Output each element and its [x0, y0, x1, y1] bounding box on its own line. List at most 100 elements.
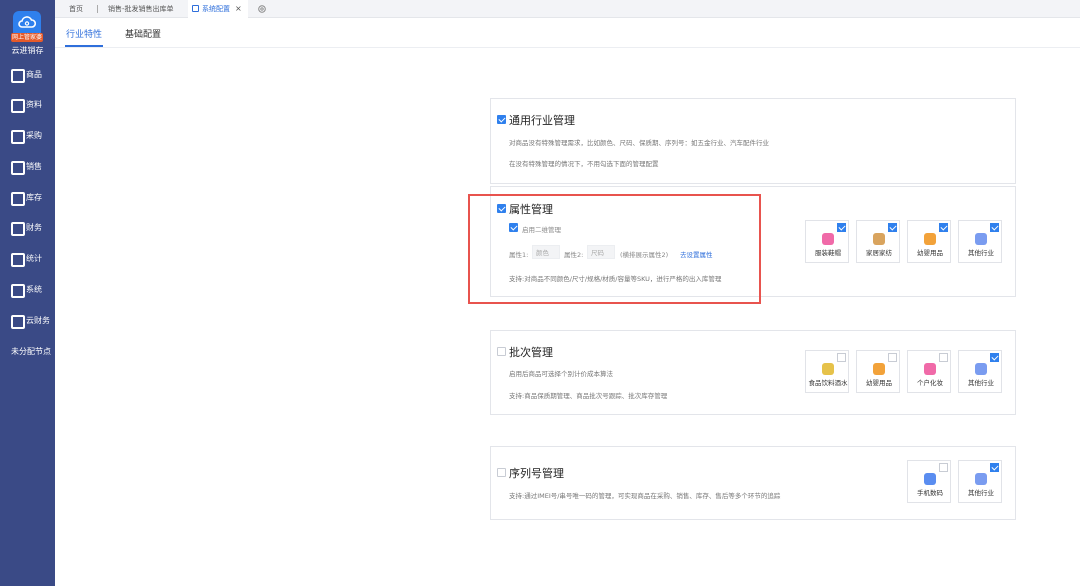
- card-serial-management: 序列号管理 支持:通过IMEI号/串号唯一码的管理，可实现商品在采购、销售、库存…: [490, 446, 1016, 520]
- warehouse-icon: [10, 191, 25, 206]
- tile-checkbox[interactable]: [990, 353, 999, 362]
- chart-icon: [10, 160, 25, 175]
- tile-label: 个户化妆: [917, 379, 943, 387]
- card-general-industry: 通用行业管理 对商品没有特殊管理需求，比如颜色、尺码、保质期、序列号：如五金行业…: [490, 98, 1016, 184]
- tile-label: 食品饮料酒水: [808, 379, 848, 387]
- sidebar-item-sales[interactable]: 销售: [0, 155, 55, 177]
- tile-checkbox[interactable]: [837, 223, 846, 232]
- tile-label: 其他行业: [968, 249, 994, 257]
- sidebar-item-cloud-finance[interactable]: 云财务: [0, 309, 55, 331]
- cosmetics-icon: [924, 363, 936, 375]
- cart-icon: [10, 129, 25, 144]
- tile-baby-products[interactable]: 幼婴用品: [856, 350, 900, 393]
- tile-checkbox[interactable]: [888, 353, 897, 362]
- sidebar-item-label: 资料: [26, 99, 42, 109]
- grid-icon: [975, 233, 987, 245]
- sidebar: 网上管家婆 云进销存 商品 资料 采购 销售 库存 财务 统计 系统 云财务 未…: [0, 0, 55, 586]
- tab-label: 系统配置: [202, 5, 230, 13]
- tile-checkbox[interactable]: [939, 353, 948, 362]
- tile-baby-products[interactable]: 幼婴用品: [907, 220, 951, 263]
- tab-system-config[interactable]: 系统配置 ×: [188, 0, 248, 18]
- cup-icon: [822, 363, 834, 375]
- tab-divider: [97, 5, 98, 13]
- sidebar-item-stats[interactable]: 统计: [0, 247, 55, 269]
- card-description: 对商品没有特殊管理需求，比如颜色、尺码、保质期、序列号：如五金行业、汽车配件行业: [509, 139, 769, 147]
- document-icon: [10, 98, 25, 113]
- cloud-finance-icon: [10, 314, 25, 329]
- tile-apparel[interactable]: 服装鞋帽: [805, 220, 849, 263]
- tile-label: 幼婴用品: [917, 249, 943, 257]
- settings-gear-icon[interactable]: [257, 4, 267, 14]
- tile-other-industry[interactable]: 其他行业: [958, 220, 1002, 263]
- sidebar-item-finance[interactable]: 财务: [0, 216, 55, 238]
- grid-icon: [975, 363, 987, 375]
- tile-checkbox[interactable]: [837, 353, 846, 362]
- box-icon: [10, 68, 25, 83]
- shirt-icon: [822, 233, 834, 245]
- baby-icon: [924, 233, 936, 245]
- sidebar-item-label: 商品: [26, 69, 42, 79]
- tile-label: 其他行业: [968, 379, 994, 387]
- tab-bar: 首页 销售-批发销售出库单 系统配置 ×: [55, 0, 1080, 18]
- card-title: 批次管理: [509, 346, 553, 359]
- stats-icon: [10, 252, 25, 267]
- cloud-logo-icon: [18, 16, 36, 28]
- tile-label: 家居家纺: [866, 249, 892, 257]
- app-name: 云进销存: [11, 46, 44, 55]
- tile-label: 手机数码: [917, 489, 943, 497]
- tab-label: 首页: [69, 5, 83, 13]
- sidebar-item-label: 系统: [26, 284, 42, 294]
- tile-checkbox[interactable]: [888, 223, 897, 232]
- tile-checkbox[interactable]: [990, 223, 999, 232]
- tile-mobile-digital[interactable]: 手机数码: [907, 460, 951, 503]
- tile-label: 幼婴用品: [866, 379, 892, 387]
- sidebar-item-label: 财务: [26, 222, 42, 232]
- tab-industry-features[interactable]: 行业特性: [66, 27, 102, 40]
- card-title: 序列号管理: [509, 467, 564, 480]
- tile-cosmetics[interactable]: 个户化妆: [907, 350, 951, 393]
- sidebar-item-label: 销售: [26, 161, 42, 171]
- tab-label: 销售-批发销售出库单: [108, 5, 174, 13]
- tile-checkbox[interactable]: [990, 463, 999, 472]
- wallet-icon: [10, 221, 25, 236]
- card-description: 启用后商品可选择个别计价成本算法: [509, 370, 613, 378]
- brand-tag: 网上管家婆: [11, 33, 43, 42]
- tile-checkbox[interactable]: [939, 223, 948, 232]
- batch-management-checkbox[interactable]: [497, 347, 506, 356]
- sofa-icon: [873, 233, 885, 245]
- grid-icon: [975, 473, 987, 485]
- sidebar-item-system[interactable]: 系统: [0, 278, 55, 300]
- close-icon[interactable]: ×: [235, 4, 242, 13]
- sidebar-item-inventory[interactable]: 库存: [0, 186, 55, 208]
- sidebar-item-label: 未分配节点: [11, 346, 51, 356]
- tile-label: 服装鞋帽: [815, 249, 841, 257]
- gear-icon: [10, 283, 25, 298]
- sidebar-item-label: 库存: [26, 192, 42, 202]
- tile-label: 其他行业: [968, 489, 994, 497]
- sidebar-item-unassigned[interactable]: 未分配节点: [0, 340, 55, 362]
- sidebar-item-label: 采购: [26, 130, 42, 140]
- baby-icon: [873, 363, 885, 375]
- sidebar-item-label: 统计: [26, 253, 42, 263]
- tile-checkbox[interactable]: [939, 463, 948, 472]
- card-batch-management: 批次管理 启用后商品可选择个别计价成本算法 支持:商品保质期管理、商品批次号跟踪…: [490, 330, 1016, 415]
- tile-food-beverage[interactable]: 食品饮料酒水: [805, 350, 849, 393]
- card-description: 在没有特殊管理的情况下，不用勾选下面的管理配置: [509, 160, 659, 168]
- sidebar-item-goods[interactable]: 商品: [0, 63, 55, 85]
- tab-home[interactable]: 首页: [69, 0, 83, 18]
- tab-sales-outbound[interactable]: 销售-批发销售出库单: [108, 0, 174, 18]
- general-industry-checkbox[interactable]: [497, 115, 506, 124]
- sidebar-item-purchase[interactable]: 采购: [0, 124, 55, 146]
- sidebar-item-data[interactable]: 资料: [0, 93, 55, 115]
- card-description: 支持:商品保质期管理、商品批次号跟踪、批次库存管理: [509, 392, 668, 400]
- tile-other-industry[interactable]: 其他行业: [958, 350, 1002, 393]
- tile-other-industry[interactable]: 其他行业: [958, 460, 1002, 503]
- highlight-box: [468, 194, 761, 304]
- serial-management-checkbox[interactable]: [497, 468, 506, 477]
- card-title: 通用行业管理: [509, 114, 575, 127]
- sidebar-item-label: 云财务: [26, 315, 50, 325]
- tile-home-textile[interactable]: 家居家纺: [856, 220, 900, 263]
- config-icon: [192, 5, 199, 12]
- tab-basic-config[interactable]: 基础配置: [125, 27, 161, 40]
- card-description: 支持:通过IMEI号/串号唯一码的管理，可实现商品在采购、销售、库存、售后等多个…: [509, 492, 781, 500]
